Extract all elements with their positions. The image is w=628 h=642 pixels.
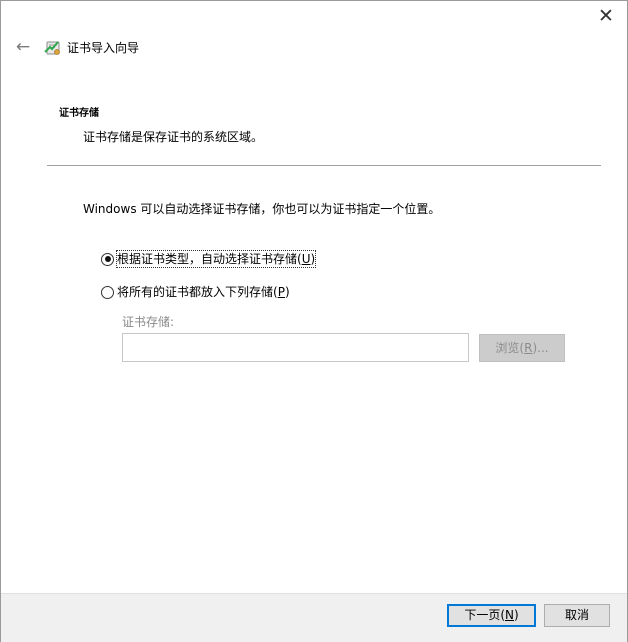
intro-text: Windows 可以自动选择证书存储，你也可以为证书指定一个位置。 xyxy=(83,202,441,216)
close-icon[interactable]: ✕ xyxy=(591,3,621,29)
next-button[interactable]: 下一页(N) xyxy=(447,604,536,627)
back-arrow-icon[interactable]: ← xyxy=(11,35,35,59)
section-title: 证书存储 xyxy=(59,108,99,119)
browse-button: 浏览(R)... xyxy=(479,334,565,362)
wizard-title: 证书导入向导 xyxy=(67,41,140,55)
certificate-wizard-icon xyxy=(44,41,60,55)
radio-auto-select-store[interactable]: 根据证书类型，自动选择证书存储(U) xyxy=(101,250,317,268)
section-description: 证书存储是保存证书的系统区域。 xyxy=(83,130,264,144)
certificate-import-wizard-window: ✕ ← 证书导入向导 证书存储 证书存储是保存证书的系统区域。 Windows … xyxy=(0,0,628,642)
radio-auto-select-store-label[interactable]: 根据证书类型，自动选择证书存储(U) xyxy=(115,250,317,268)
certificate-store-field xyxy=(122,333,469,362)
radio-place-all-in-store[interactable]: 将所有的证书都放入下列存储(P) xyxy=(101,284,290,300)
radio-place-all-in-store-indicator[interactable] xyxy=(101,285,114,299)
radio-place-all-in-store-label[interactable]: 将所有的证书都放入下列存储(P) xyxy=(117,284,290,300)
cancel-button[interactable]: 取消 xyxy=(544,604,610,627)
radio-auto-select-store-indicator[interactable] xyxy=(101,252,114,266)
wizard-footer: 下一页(N) 取消 xyxy=(1,593,627,642)
header-divider xyxy=(47,165,601,166)
certificate-store-label: 证书存储: xyxy=(122,315,175,329)
